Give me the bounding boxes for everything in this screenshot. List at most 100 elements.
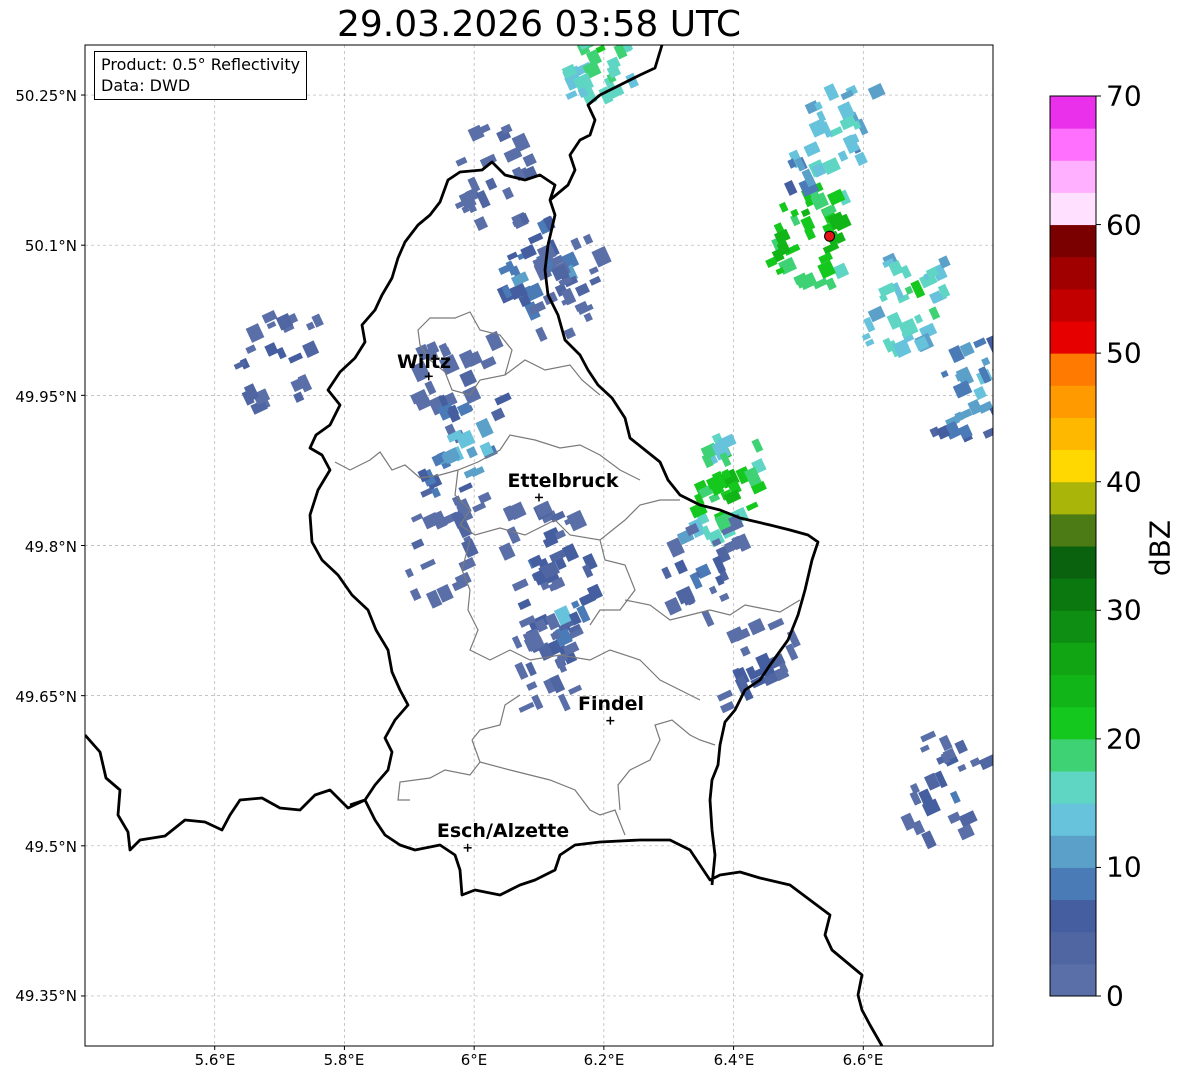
colorbar-segment [1050, 513, 1096, 547]
radar-echo-cell [531, 694, 544, 711]
y-ticks [81, 94, 85, 997]
colorbar-segment [1050, 546, 1096, 579]
colorbar-segment [1050, 353, 1096, 386]
radar-echo-cell [999, 385, 1017, 401]
colorbar-segment [1050, 578, 1096, 611]
radar-echo-cell [800, 208, 811, 218]
lat-label-5: 49.5°N [24, 838, 77, 856]
radar-echo-cell [494, 392, 512, 406]
radar-echo-cell [957, 763, 967, 773]
radar-echo-cell [969, 757, 981, 768]
colorbar-segment [1050, 899, 1096, 933]
colorbar-segment [1050, 610, 1096, 643]
radar-echo-cell [919, 744, 930, 753]
radar-echo-cell [302, 340, 320, 358]
radar-echo-cell [424, 380, 437, 396]
radar-echo-cell [740, 645, 751, 657]
lon-label-2: 6°E [460, 1051, 488, 1069]
radar-echo-cell [614, 6, 632, 21]
lat-label-4: 49.65°N [15, 688, 77, 706]
radar-echo-cell [580, 17, 589, 26]
colorbar-segment [1050, 867, 1096, 901]
radar-echo-cell [455, 156, 468, 167]
radar-echo-cell [535, 326, 548, 342]
radar-echo-cell [420, 558, 436, 571]
colorbar-segment [1050, 706, 1096, 740]
radar-echo-cell [264, 342, 279, 357]
colorbar-segment [1050, 128, 1096, 161]
radar-echo-cell [751, 438, 764, 453]
radar-echo-cell [591, 246, 612, 268]
lat-label-3: 49.8°N [24, 538, 77, 556]
radar-echo-cell [837, 150, 849, 162]
radar-echo-cell [928, 306, 941, 321]
radar-echo-cell [473, 216, 489, 231]
radar-echo-cell [276, 346, 287, 360]
radar-echo-cell [1007, 348, 1021, 359]
radar-echo-cell [288, 352, 303, 364]
radar-echo-cell [583, 312, 593, 323]
radar-echo-cell [566, 509, 588, 532]
colorbar-tick-40: 40 [1106, 465, 1142, 499]
colorbar-segment [1050, 803, 1096, 836]
radar-echo-cell [790, 208, 799, 218]
radar-echo-cell [410, 513, 424, 523]
radar-echo-cell [456, 401, 473, 417]
radar-echo-cell [245, 344, 257, 354]
radar-echo-cell [581, 18, 595, 32]
lon-label-3: 6.2°E [583, 1051, 625, 1069]
place-label-wiltz: Wiltz [396, 351, 452, 373]
radar-echo-cell [865, 338, 875, 347]
radar-echo-cell [973, 337, 987, 349]
colorbar-segment [1050, 192, 1096, 226]
radar-echo-cell [661, 566, 672, 580]
radar-echo-cell [518, 701, 535, 713]
colorbar-segment [1050, 674, 1096, 708]
colorbar-segment [1050, 931, 1096, 965]
canton-boundaries [334, 311, 801, 836]
colorbar-tick-60: 60 [1106, 208, 1142, 242]
colorbar-segment [1050, 321, 1096, 354]
x-ticks [214, 1046, 864, 1050]
radar-echo-cell [557, 693, 571, 712]
colorbar-tick-50: 50 [1106, 336, 1142, 370]
lat-label-1: 50.1°N [24, 237, 77, 255]
colorbar-tick-10: 10 [1106, 850, 1142, 884]
data-source-label: Data: DWD [101, 76, 191, 95]
radar-echo-cell [565, 90, 578, 100]
radar-echo-cell [490, 407, 506, 422]
graticule [85, 45, 993, 1046]
radar-echo-cell [617, 18, 633, 36]
colorbar-segment [1050, 224, 1096, 258]
colorbar-tick-20: 20 [1106, 722, 1142, 756]
radar-echo-cell [716, 689, 734, 702]
radar-echo-cell [245, 323, 265, 343]
radar-echo-cell [823, 83, 840, 102]
radar-map [81, 6, 1101, 1050]
radar-echo-cell [261, 309, 278, 324]
radar-echo-cell [475, 417, 494, 439]
lon-label-0: 5.6°E [194, 1051, 236, 1069]
lon-label-5: 6.6°E [842, 1051, 884, 1069]
radar-echo-cell [404, 567, 414, 578]
radar-echo-cell [511, 578, 529, 592]
radar-echo-cell [832, 262, 850, 280]
radar-site-marker [824, 230, 836, 242]
radar-echo-cell [854, 151, 868, 167]
radar-echo-cell [511, 635, 523, 649]
radar-echo-cell [803, 141, 821, 157]
radar-echo-cell [954, 739, 968, 755]
colorbar-segment [1050, 160, 1096, 193]
radar-echo-cell [719, 592, 730, 602]
radar-echo-cell [982, 426, 993, 439]
radar-echo-cell [784, 180, 798, 196]
colorbar-tick-0: 0 [1106, 979, 1124, 1013]
radar-echo-cell [409, 588, 422, 602]
lon-label-4: 6.4°E [713, 1051, 755, 1069]
lat-label-0: 50.25°N [15, 87, 77, 105]
radar-echo-cell [574, 282, 590, 297]
colorbar-segment [1050, 256, 1096, 290]
radar-echo-cell [305, 321, 316, 331]
radar-echo-cell [981, 357, 991, 367]
radar-echo-cell [522, 153, 537, 168]
